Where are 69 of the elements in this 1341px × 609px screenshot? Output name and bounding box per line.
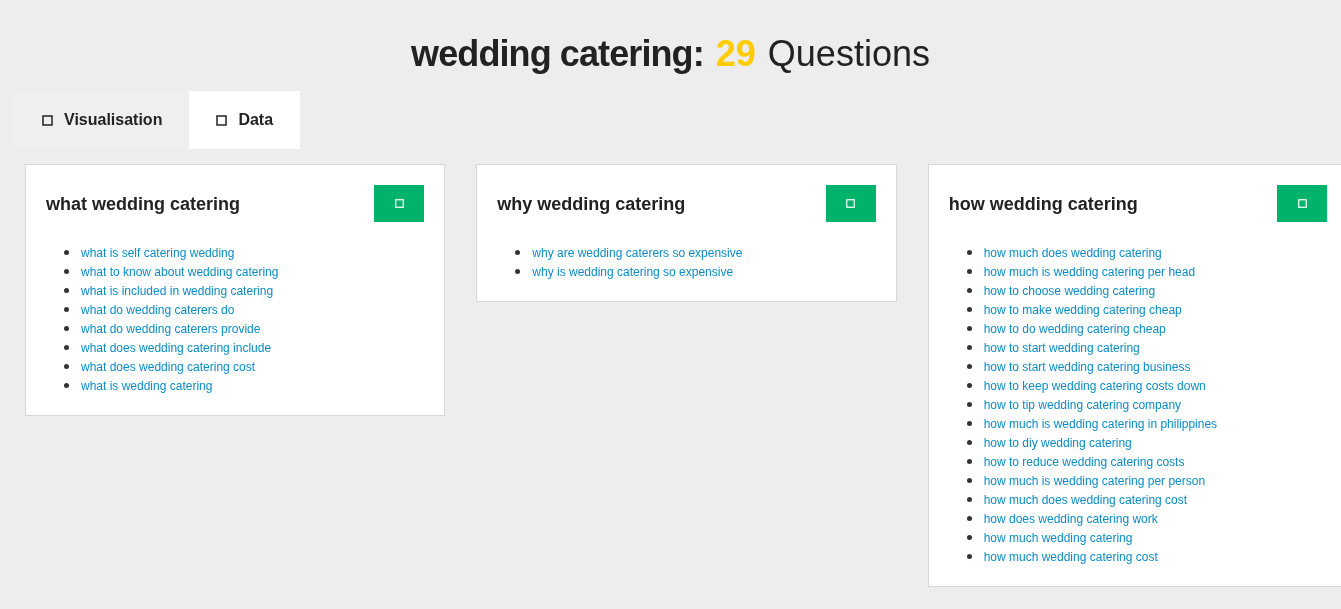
- question-link[interactable]: how to start wedding catering business: [983, 357, 1191, 376]
- question-link[interactable]: how much wedding catering: [983, 528, 1133, 547]
- title-label: Questions: [767, 36, 930, 72]
- bullet-icon: [966, 459, 972, 464]
- question-link[interactable]: how much wedding catering cost: [983, 547, 1158, 566]
- bullet-icon: [64, 307, 69, 312]
- question-link[interactable]: what is included in wedding catering: [81, 281, 274, 300]
- question-link[interactable]: how much is wedding catering per head: [983, 262, 1196, 281]
- question-link[interactable]: how to diy wedding catering: [983, 433, 1132, 452]
- bullet-icon: [966, 402, 972, 407]
- square-icon: [216, 114, 228, 126]
- card-heading: how wedding catering: [948, 193, 1138, 216]
- question-link[interactable]: how much does wedding catering: [983, 243, 1162, 262]
- question-link[interactable]: how to start wedding catering: [983, 338, 1140, 357]
- bullet-icon: [64, 383, 69, 388]
- bullet-icon: [515, 250, 521, 255]
- square-icon: [394, 199, 404, 208]
- question-link[interactable]: what is wedding catering: [81, 376, 213, 395]
- question-link[interactable]: why are wedding caterers so expensive: [532, 243, 743, 262]
- bullet-icon: [966, 383, 972, 388]
- bullet-icon: [966, 535, 972, 540]
- question-link[interactable]: what does wedding catering include: [81, 338, 272, 357]
- bullet-icon: [64, 288, 69, 293]
- bullet-icon: [966, 554, 972, 559]
- square-icon: [42, 114, 53, 126]
- card-heading: what wedding catering: [46, 193, 241, 216]
- card-button[interactable]: [825, 185, 876, 222]
- title-keyword: wedding catering:: [411, 36, 704, 72]
- bullet-icon: [966, 364, 972, 369]
- bullet-icon: [966, 288, 972, 293]
- bullet-icon: [64, 250, 69, 255]
- card-button[interactable]: [1277, 185, 1327, 222]
- bullet-icon: [64, 345, 69, 350]
- card-button[interactable]: [374, 185, 425, 222]
- question-link[interactable]: how much is wedding catering in philippines: [983, 414, 1218, 433]
- bullet-icon: [64, 364, 69, 369]
- bullet-icon: [966, 269, 972, 274]
- question-link[interactable]: why is wedding catering so expensive: [532, 262, 734, 281]
- question-link[interactable]: how to reduce wedding catering costs: [983, 452, 1185, 471]
- question-link[interactable]: what to know about wedding catering: [81, 262, 279, 281]
- bullet-icon: [966, 326, 972, 331]
- question-link[interactable]: what is self catering wedding: [81, 243, 235, 262]
- question-link[interactable]: how to keep wedding catering costs down: [983, 376, 1206, 395]
- question-link[interactable]: how to tip wedding catering company: [983, 395, 1182, 414]
- bullet-icon: [966, 516, 972, 521]
- question-count: 29: [715, 36, 756, 72]
- bullet-icon: [966, 250, 972, 255]
- bullet-icon: [966, 478, 972, 483]
- question-link[interactable]: how much does wedding catering cost: [983, 490, 1188, 509]
- question-link[interactable]: how does wedding catering work: [983, 509, 1158, 528]
- question-link[interactable]: how much is wedding catering per person: [983, 471, 1206, 490]
- question-link[interactable]: how to choose wedding catering: [983, 281, 1156, 300]
- bullet-icon: [966, 497, 972, 502]
- bullet-icon: [64, 326, 69, 331]
- bullet-icon: [64, 269, 69, 274]
- question-link[interactable]: how to do wedding catering cheap: [983, 319, 1166, 338]
- question-link[interactable]: what do wedding caterers provide: [81, 319, 261, 338]
- question-link[interactable]: how to make wedding catering cheap: [983, 300, 1182, 319]
- bullet-icon: [515, 269, 521, 274]
- bullet-icon: [966, 307, 972, 312]
- bullet-icon: [966, 345, 972, 350]
- question-link[interactable]: what does wedding catering cost: [81, 357, 256, 376]
- square-icon: [846, 199, 856, 208]
- bullet-icon: [966, 440, 972, 445]
- tab[interactable]: Data: [189, 91, 301, 149]
- card-heading: why wedding catering: [497, 193, 686, 216]
- square-icon: [1297, 199, 1307, 208]
- bullet-icon: [966, 421, 972, 426]
- question-link[interactable]: what do wedding caterers do: [81, 300, 235, 319]
